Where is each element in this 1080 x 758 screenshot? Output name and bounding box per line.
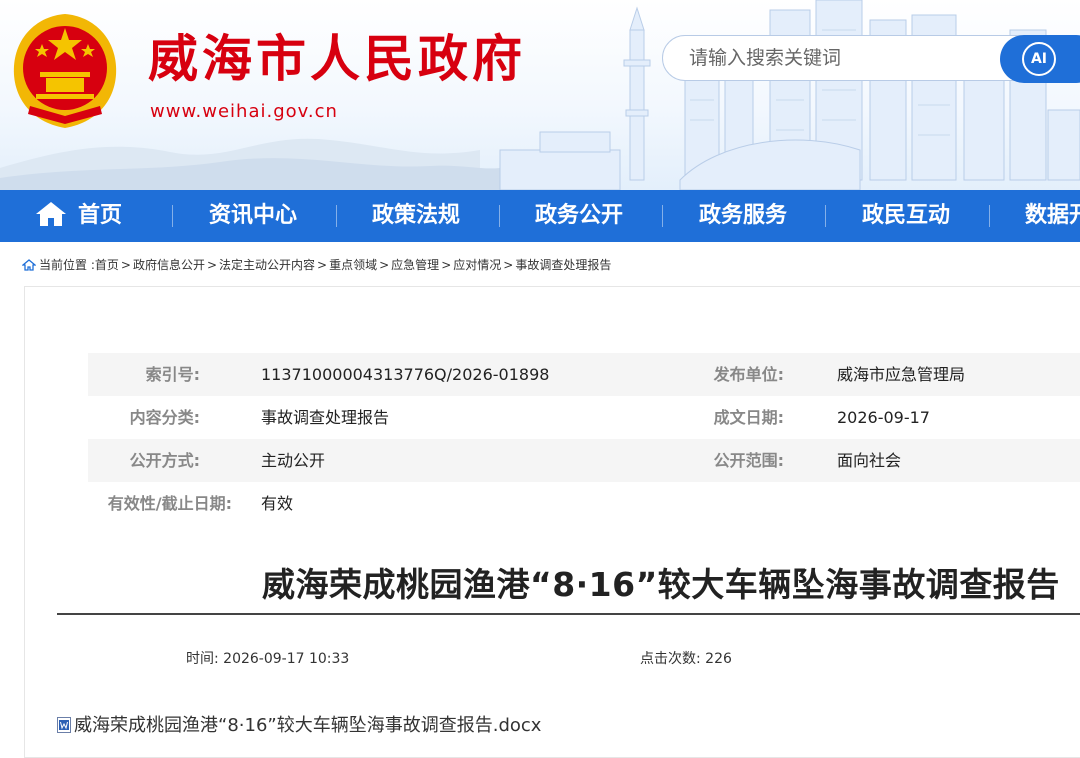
nav-item-open-data[interactable]: 数据开	[1025, 190, 1080, 242]
site-header: 威海市人民政府 www.weihai.gov.cn AI	[0, 0, 1080, 190]
site-url: www.weihai.gov.cn	[150, 101, 338, 122]
publish-time: 时间: 2026-09-17 10:33	[186, 648, 349, 668]
breadcrumb-link-home[interactable]: 首页	[95, 258, 119, 272]
breadcrumb: 当前位置 :首页 > 政府信息公开 > 法定主动公开内容 > 重点领域 > 应急管理 > 应对情况 >…	[22, 256, 611, 273]
nav-divider	[172, 205, 173, 227]
breadcrumb-separator: >	[120, 258, 131, 272]
metadata-row: 索引号: 11371000004313776Q/2026-01898 发布单位:…	[88, 353, 1080, 396]
metadata-row: 公开方式: 主动公开 公开范围: 面向社会	[88, 439, 1080, 482]
nav-item-government-affairs[interactable]: 政务公开	[535, 190, 623, 242]
breadcrumb-link-emergency-management[interactable]: 应急管理	[391, 258, 439, 272]
metadata-row: 内容分类: 事故调查处理报告 成文日期: 2026-09-17	[88, 396, 1080, 439]
disclosure-scope-value: 面向社会	[837, 451, 902, 470]
nav-divider	[499, 205, 500, 227]
publish-time-value: 2026-09-17 10:33	[223, 651, 350, 667]
nav-item-label: 首页	[78, 203, 123, 228]
nav-divider	[336, 205, 337, 227]
index-number-label: 索引号:	[145, 365, 200, 384]
search-button[interactable]: AI	[1000, 35, 1080, 83]
document-date-label: 成文日期:	[713, 408, 784, 427]
publish-time-label: 时间:	[186, 651, 219, 667]
nav-item-government-services[interactable]: 政务服务	[699, 190, 787, 242]
breadcrumb-separator: >	[503, 258, 514, 272]
breadcrumb-separator: >	[441, 258, 452, 272]
nav-item-news-center[interactable]: 资讯中心	[209, 190, 297, 242]
header-city-skyline	[499, 0, 1080, 190]
national-emblem-icon	[13, 14, 117, 128]
index-number-value: 11371000004313776Q/2026-01898	[261, 365, 550, 384]
ai-search-icon: AI	[1022, 42, 1056, 76]
attachment-filename[interactable]: 威海荣成桃园渔港“8·16”较大车辆坠海事故调查报告.docx	[74, 715, 541, 736]
publisher-value: 威海市应急管理局	[837, 365, 966, 384]
metadata-row: 有效性/截止日期: 有效	[88, 482, 1080, 525]
nav-item-policies[interactable]: 政策法规	[372, 190, 460, 242]
article-title: 威海荣成桃园渔港“8·16”较大车辆坠海事故调查报告	[262, 565, 1060, 604]
disclosure-method-label: 公开方式:	[129, 451, 200, 470]
breadcrumb-link-key-areas[interactable]: 重点领域	[329, 258, 377, 272]
click-count-label: 点击次数:	[640, 651, 701, 667]
breadcrumb-link-response[interactable]: 应对情况	[453, 258, 501, 272]
disclosure-scope-label: 公开范围:	[713, 451, 784, 470]
validity-label: 有效性/截止日期:	[107, 494, 232, 513]
home-icon	[36, 202, 66, 226]
attachment-link[interactable]: 威海荣成桃园渔港“8·16”较大车辆坠海事故调查报告.docx	[57, 711, 541, 737]
nav-item-public-interaction[interactable]: 政民互动	[862, 190, 950, 242]
site-title[interactable]: 威海市人民政府	[148, 34, 526, 84]
search-bar: AI	[662, 35, 1080, 83]
title-divider	[57, 613, 1080, 615]
nav-divider	[989, 205, 990, 227]
disclosure-method-value: 主动公开	[261, 451, 326, 470]
nav-divider	[662, 205, 663, 227]
validity-value: 有效	[261, 494, 294, 513]
breadcrumb-prefix: 当前位置 :	[39, 258, 95, 272]
category-label: 内容分类:	[129, 408, 200, 427]
metadata-table: 索引号: 11371000004313776Q/2026-01898 发布单位:…	[88, 353, 1080, 525]
nav-item-home[interactable]: 首页	[34, 190, 122, 242]
click-count-value: 226	[705, 651, 732, 667]
breadcrumb-link-info-disclosure[interactable]: 政府信息公开	[133, 258, 205, 272]
main-nav: 首页 资讯中心 政策法规 政务公开 政务服务 政民互动 数据开	[0, 190, 1080, 242]
breadcrumb-separator: >	[317, 258, 328, 272]
word-document-icon	[57, 716, 71, 733]
click-count: 点击次数: 226	[640, 648, 732, 668]
document-date-value: 2026-09-17	[837, 408, 930, 427]
home-location-icon	[22, 258, 36, 271]
breadcrumb-link-accident-reports[interactable]: 事故调查处理报告	[515, 258, 611, 272]
nav-divider	[825, 205, 826, 227]
publisher-label: 发布单位:	[713, 365, 784, 384]
breadcrumb-separator: >	[206, 258, 218, 272]
category-value: 事故调查处理报告	[261, 408, 390, 427]
breadcrumb-link-statutory-content[interactable]: 法定主动公开内容	[219, 258, 315, 272]
breadcrumb-separator: >	[379, 258, 390, 272]
